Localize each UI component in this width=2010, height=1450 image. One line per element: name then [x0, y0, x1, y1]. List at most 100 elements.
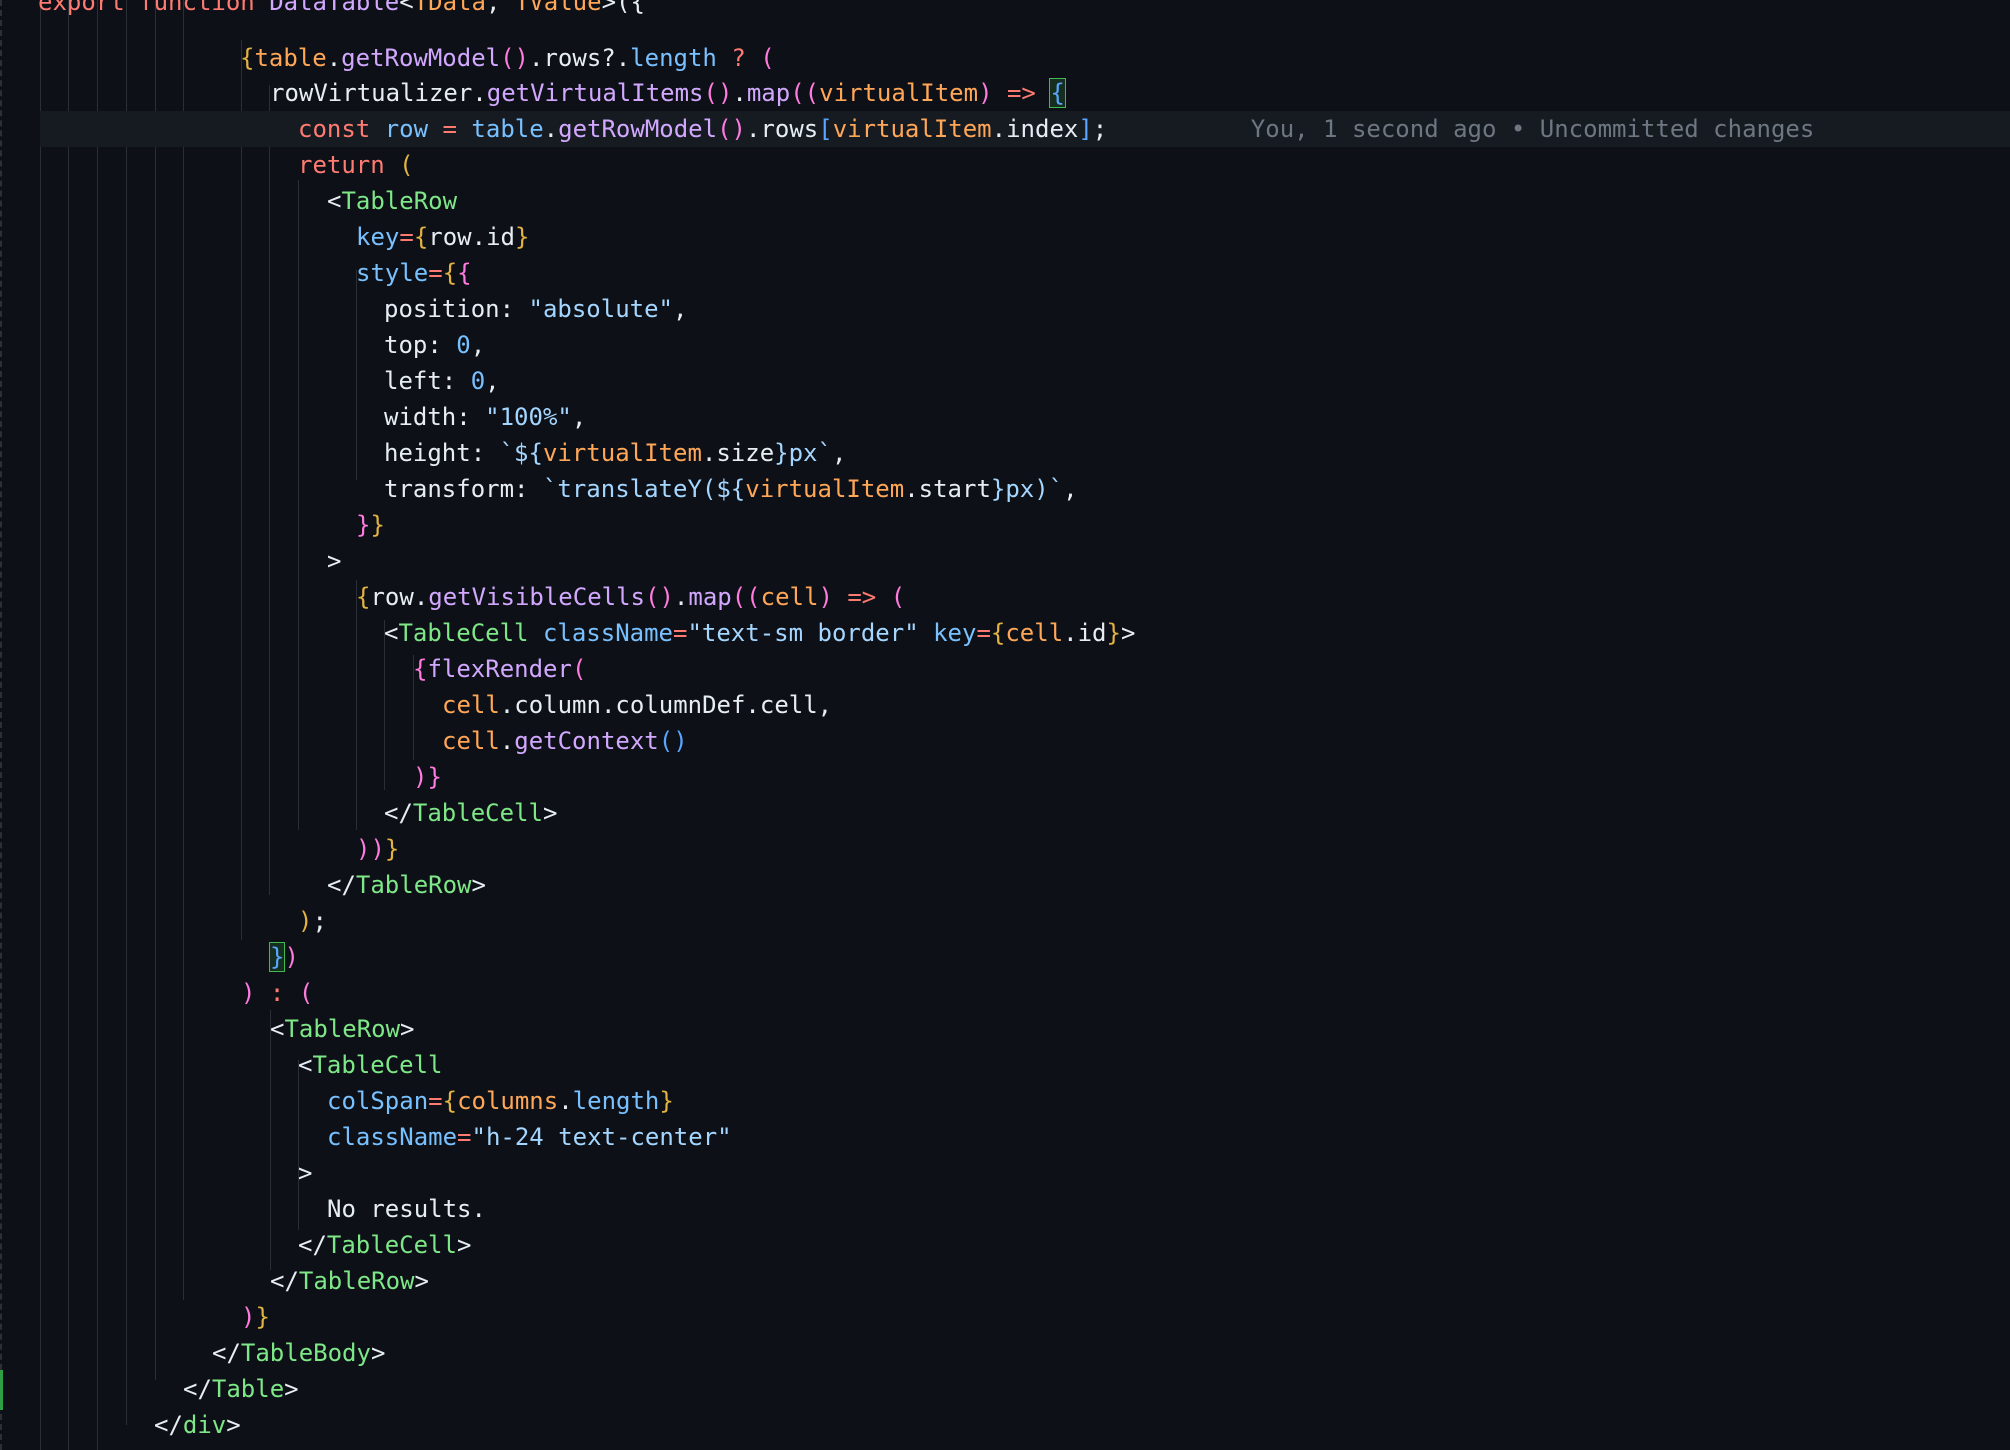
code-line[interactable]: {flexRender( [413, 651, 586, 687]
code-line[interactable]: </TableRow> [270, 1263, 429, 1299]
code-token: => [832, 583, 891, 611]
code-token: < [399, 0, 414, 16]
indent-guide [155, 0, 156, 1380]
code-line[interactable]: )} [413, 759, 442, 795]
code-line[interactable]: return ( [298, 147, 414, 183]
code-token: row [428, 223, 472, 251]
code-token: getVisibleCells [428, 583, 646, 611]
code-line[interactable]: </div> [126, 1443, 213, 1450]
code-token: top: [384, 331, 457, 359]
code-token: = [673, 619, 688, 647]
code-line[interactable]: style={{ [356, 255, 472, 291]
code-token: > [370, 1339, 386, 1367]
code-line[interactable]: <TableCell [298, 1047, 443, 1083]
code-token: [ [818, 115, 833, 143]
code-token: ( [399, 151, 414, 179]
code-token: . [991, 115, 1007, 143]
code-line[interactable]: }) [268, 939, 299, 975]
code-line[interactable]: <TableRow [327, 183, 457, 219]
code-token: , [831, 439, 847, 467]
code-token: position: [384, 295, 529, 323]
code-token: length [572, 1087, 660, 1115]
code-token: div [182, 1411, 227, 1439]
code-token: { [413, 655, 428, 683]
code-line[interactable]: rowVirtualizer.getVirtualItems().map((vi… [270, 75, 1066, 111]
code-token: ( [890, 583, 906, 611]
code-line[interactable]: key={row.id} [356, 219, 529, 255]
code-token: ; [312, 907, 327, 935]
code-token: (( [731, 583, 761, 611]
indent-guide [356, 270, 357, 480]
code-token: ) [818, 583, 833, 611]
code-token: ( [760, 44, 775, 72]
code-line[interactable]: <TableCell className="text-sm border" ke… [384, 615, 1135, 651]
indent-guide [241, 40, 242, 940]
code-line[interactable]: ))} [356, 831, 399, 867]
code-line[interactable]: </TableBody> [212, 1335, 385, 1371]
code-token: , [1063, 475, 1078, 503]
code-line[interactable]: {row.getVisibleCells().map((cell) => ( [356, 579, 905, 615]
code-line[interactable]: > [327, 543, 341, 579]
code-token: { [990, 619, 1006, 647]
code-line[interactable]: height: `${virtualItem.size}px`, [384, 435, 846, 471]
code-line[interactable]: }} [356, 507, 385, 543]
code-token: className [327, 1123, 458, 1151]
code-token: width: [384, 403, 486, 431]
code-line[interactable]: colSpan={columns.length} [327, 1083, 674, 1119]
code-line[interactable]: ) : ( [241, 975, 313, 1011]
code-line[interactable]: ); [298, 903, 327, 939]
code-token: </ [183, 1375, 212, 1403]
indent-guide [126, 0, 127, 1425]
indent-guide [298, 180, 299, 830]
code-token: , [673, 295, 688, 323]
code-token: row [370, 583, 414, 611]
code-line[interactable]: width: "100%", [384, 399, 586, 435]
code-line[interactable]: No results. [327, 1191, 486, 1227]
code-line[interactable]: </TableCell> [384, 795, 557, 831]
code-token: > [471, 871, 486, 899]
code-token: ) [298, 907, 313, 935]
code-line[interactable]: > [298, 1155, 312, 1191]
code-line[interactable]: )} [241, 1299, 270, 1335]
code-line[interactable]: export function DataTable<TData, TValue>… [38, 0, 645, 20]
code-line[interactable]: left: 0, [384, 363, 500, 399]
code-editor[interactable]: export function DataTable<TData, TValue>… [0, 0, 2010, 1450]
code-line[interactable]: </Table> [183, 1371, 299, 1407]
code-token: } [255, 1303, 270, 1331]
code-token: ) [284, 943, 299, 971]
code-token: </ [384, 799, 413, 827]
code-line[interactable]: cell.column.columnDef.cell, [442, 687, 832, 723]
code-token: ) [241, 1303, 256, 1331]
code-token: virtualItem [832, 115, 992, 143]
code-token: > [456, 1231, 472, 1259]
code-line[interactable]: transform: `translateY(${virtualItem.sta… [384, 471, 1078, 507]
indent-guide [298, 1060, 299, 1230]
code-token: style [356, 259, 429, 287]
code-token: > [284, 1375, 299, 1403]
code-token: </ [212, 1339, 241, 1367]
code-line[interactable]: </TableCell> [298, 1227, 471, 1263]
code-line[interactable]: {table.getRowModel().rows?.length ? ( [240, 40, 775, 76]
code-token: height: [384, 439, 500, 467]
code-token: .column.columnDef.cell, [499, 691, 833, 719]
code-token: (( [790, 79, 820, 107]
code-line[interactable]: top: 0, [384, 327, 485, 363]
code-token: 0 [470, 367, 486, 395]
code-line[interactable]: position: "absolute", [384, 291, 687, 327]
code-line[interactable]: <TableRow> [270, 1011, 415, 1047]
code-token: , [470, 331, 486, 359]
code-line[interactable]: cell.getContext() [442, 723, 688, 759]
code-token: < [384, 619, 399, 647]
code-token: cell [442, 727, 500, 755]
indent-guide [97, 0, 98, 1450]
code-line[interactable]: </TableRow> [327, 867, 486, 903]
code-token: : [255, 979, 299, 1007]
code-token: getRowModel [341, 44, 501, 72]
code-token: } [1106, 619, 1121, 647]
code-token: cell [442, 691, 500, 719]
code-token: transform: [384, 475, 543, 503]
code-token: getVirtualItems [486, 79, 704, 107]
code-token: rows?. [543, 44, 631, 72]
code-line[interactable]: className="h-24 text-center" [327, 1119, 732, 1155]
code-line[interactable]: </div> [154, 1407, 241, 1443]
